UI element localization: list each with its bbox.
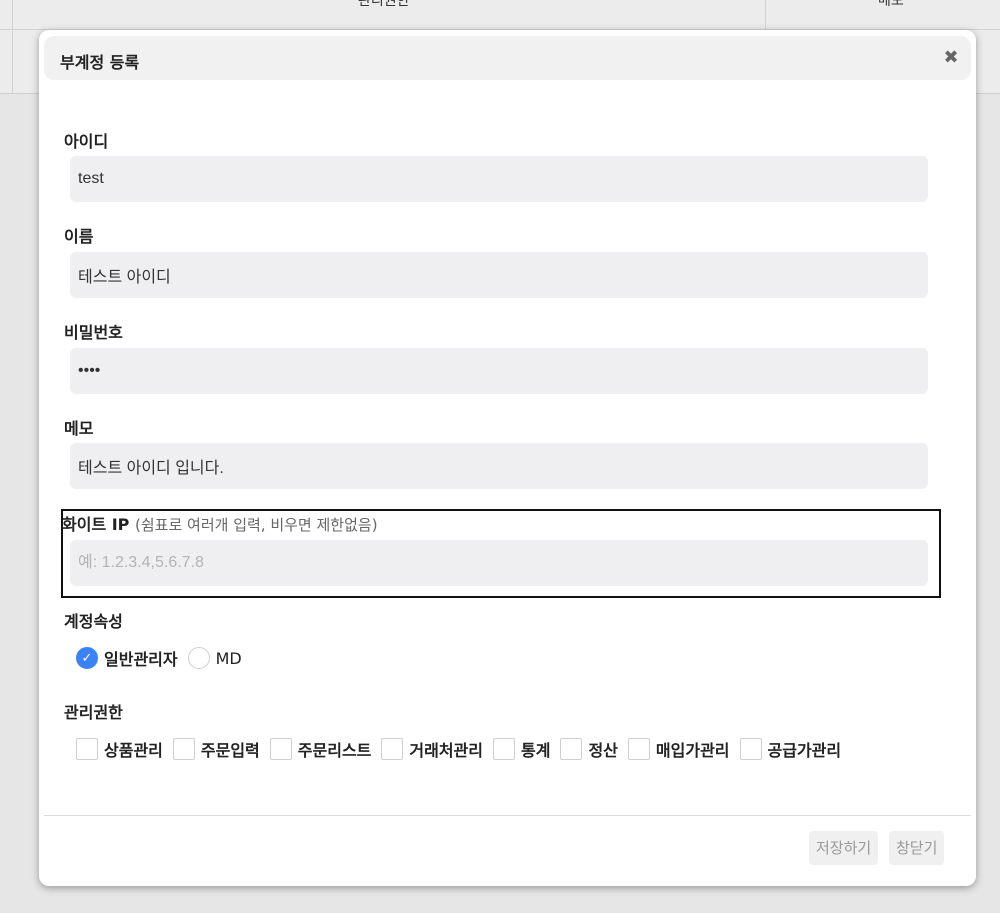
id-input[interactable] <box>70 156 928 202</box>
checkbox-purchase-price[interactable] <box>627 738 650 760</box>
password-input[interactable] <box>70 348 928 394</box>
checkbox-label[interactable]: 주문리스트 <box>298 737 372 761</box>
sub-account-modal: 부계정 등록 ✖ 아이디 이름 비밀번호 메모 화이트 IP (쉼표로 여러개 … <box>39 30 976 886</box>
checkbox-order-input[interactable] <box>172 738 195 760</box>
white-ip-hint: (쉼표로 여러개 입력, 비우면 제한없음) <box>135 516 378 534</box>
checkbox-vendor-management[interactable] <box>381 738 404 760</box>
check-icon: ✓ <box>81 650 93 666</box>
permissions-checkbox-group: 상품관리 주문입력 주문리스트 거래처관리 통계 정산 매입가관리 공급가관리 <box>76 737 851 761</box>
modal-header: 부계정 등록 ✖ <box>44 36 971 80</box>
permissions-label: 관리권한 <box>64 703 123 722</box>
account-type-label: 계정속성 <box>64 612 123 631</box>
footer-divider <box>44 815 971 816</box>
checkbox-label[interactable]: 통계 <box>521 737 550 761</box>
checkbox-label[interactable]: 공급가관리 <box>768 737 842 761</box>
save-button[interactable]: 저장하기 <box>809 831 879 865</box>
checkbox-label[interactable]: 주문입력 <box>201 737 260 761</box>
radio-md-label[interactable]: MD <box>216 649 242 668</box>
table-column-divider <box>12 0 13 93</box>
name-label: 이름 <box>64 227 94 246</box>
checkbox-product-management[interactable] <box>76 738 98 760</box>
modal-title: 부계정 등록 <box>60 53 140 72</box>
close-icon[interactable]: ✖ <box>941 46 961 70</box>
name-input[interactable] <box>70 252 928 298</box>
checkbox-label[interactable]: 상품관리 <box>104 737 163 761</box>
id-label: 아이디 <box>64 132 109 151</box>
password-label: 비밀번호 <box>64 323 123 342</box>
close-button[interactable]: 창닫기 <box>889 831 945 865</box>
checkbox-statistics[interactable] <box>493 738 515 760</box>
radio-md[interactable] <box>187 647 210 669</box>
checkbox-label[interactable]: 정산 <box>588 737 617 761</box>
account-type-radio-group: ✓ 일반관리자 MD <box>76 646 252 670</box>
checkbox-label[interactable]: 거래처관리 <box>409 737 483 761</box>
white-ip-label-text: 화이트 IP <box>62 515 130 534</box>
table-header-memo: 메모 <box>878 0 904 8</box>
radio-general-admin[interactable]: ✓ <box>76 647 98 669</box>
checkbox-supply-price[interactable] <box>739 738 762 760</box>
white-ip-label: 화이트 IP (쉼표로 여러개 입력, 비우면 제한없음) <box>62 511 378 535</box>
radio-general-admin-label[interactable]: 일반관리자 <box>104 646 178 670</box>
memo-label: 메모 <box>64 419 94 438</box>
table-header-permissions: 관리권한 <box>358 0 410 8</box>
white-ip-input[interactable] <box>70 540 928 586</box>
checkbox-settlement[interactable] <box>560 738 583 760</box>
checkbox-order-list[interactable] <box>269 738 292 760</box>
checkbox-label[interactable]: 매입가관리 <box>656 737 730 761</box>
memo-input[interactable] <box>70 443 928 489</box>
